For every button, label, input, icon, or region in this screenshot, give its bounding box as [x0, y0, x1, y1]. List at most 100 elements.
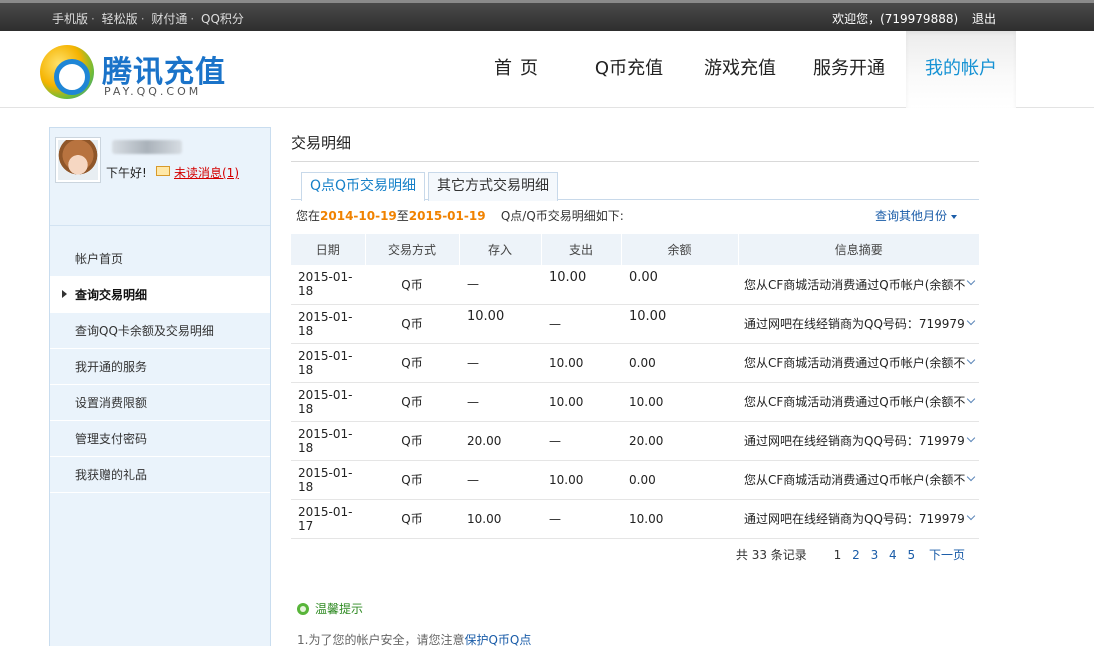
column-header-in: 存入 — [458, 234, 541, 265]
tab-qpoint-qb[interactable]: Q点Q币交易明细 — [301, 172, 426, 201]
cell-in-value: — — [467, 277, 479, 292]
chevron-down-icon[interactable] — [966, 511, 975, 520]
summary-prefix: 您在 — [296, 209, 321, 223]
cell-out-value: 10.00 — [549, 269, 587, 285]
tencent-pay-logo[interactable]: 腾讯充值 PAY.QQ.COM — [40, 45, 240, 101]
cell-date: 2015-01-18 — [291, 343, 365, 383]
info-summary-text: 通过网吧在线经销商为QQ号码：719979 — [744, 317, 965, 331]
cell-method: Q币 — [365, 460, 459, 500]
chevron-down-icon[interactable] — [967, 355, 976, 364]
cell-in-value: 10.00 — [467, 309, 505, 324]
user-panel: 下午好! 未读消息(1) — [50, 128, 270, 226]
top-link-qq-points[interactable]: QQ积分 — [201, 12, 244, 26]
cell-date: 2015-01-18 — [291, 265, 365, 305]
nav-game-recharge[interactable]: 游戏充值 — [688, 31, 792, 108]
chevron-down-icon[interactable] — [966, 316, 975, 325]
page-link[interactable]: 4 — [889, 548, 897, 562]
avatar-image — [58, 140, 98, 180]
tips-heading: 温馨提示 — [297, 600, 363, 617]
tip-text: 1.为了您的帐户安全，请您注意 — [297, 633, 465, 647]
date-range-summary: 您在2014-10-19至2015-01-19 Q点/Q币交易明细如下: 查询其… — [291, 200, 979, 234]
cell-out-value: 10.00 — [549, 472, 584, 487]
cell-date-value: 2015-01-18 — [298, 348, 353, 377]
cell-in: — — [459, 265, 541, 305]
cell-balance-value: 0.00 — [629, 472, 656, 487]
cell-balance-value: 0.00 — [629, 269, 658, 285]
cell-balance-value: 10.00 — [629, 511, 664, 526]
nav-home[interactable]: 首页 — [470, 31, 570, 108]
chevron-down-icon[interactable] — [967, 277, 976, 286]
next-page-link[interactable]: 下一页 — [929, 548, 965, 562]
top-link-mobile[interactable]: 手机版 — [52, 12, 88, 26]
main-nav: 首页 Q币充值 游戏充值 服务开通 我的帐户 — [470, 31, 1016, 108]
info-summary-text: 您从CF商城活动消费通过Q币帐户(余额不 — [744, 277, 966, 292]
chevron-down-icon[interactable] — [967, 394, 976, 403]
sidebar-item-payment-password[interactable]: 管理支付密码 — [50, 421, 270, 457]
tip-icon — [297, 602, 309, 615]
cell-info[interactable]: 通过网吧在线经销商为QQ号码：719979 — [738, 421, 979, 461]
sidebar-item-qq-card[interactable]: 查询QQ卡余额及交易明细 — [50, 313, 270, 349]
sidebar-item-spending-limit[interactable]: 设置消费限额 — [50, 385, 270, 421]
cell-method-value: Q币 — [401, 277, 423, 292]
top-link-tenpay[interactable]: 财付通 — [151, 12, 187, 26]
sidebar-item-transactions[interactable]: 查询交易明细 — [50, 277, 270, 313]
nav-qb-recharge[interactable]: Q币充值 — [570, 31, 688, 108]
info-summary-text: 通过网吧在线经销商为QQ号码：719979 — [744, 434, 965, 448]
cell-balance: 10.00 — [621, 382, 738, 422]
cell-info[interactable]: 通过网吧在线经销商为QQ号码：719979 — [738, 304, 979, 344]
cell-out: — — [541, 499, 621, 539]
unread-messages-link[interactable]: 未读消息(1) — [174, 164, 239, 181]
protect-qb-link[interactable]: 保护Q币Q点 — [464, 633, 531, 647]
cell-in: — — [459, 343, 541, 383]
tab-bar: Q点Q币交易明细 其它方式交易明细 — [291, 172, 979, 201]
info-summary-text: 您从CF商城活动消费通过Q币帐户(余额不 — [744, 473, 966, 487]
cell-out: 10.00 — [541, 343, 621, 383]
top-links: 手机版 · 轻松版 · 财付通 · QQ积分 — [52, 10, 246, 27]
cell-method: Q币 — [365, 304, 459, 344]
cell-balance-value: 10.00 — [629, 394, 664, 409]
cell-info[interactable]: 您从CF商城活动消费通过Q币帐户(余额不 — [738, 382, 979, 422]
date-to: 2015-01-19 — [408, 209, 486, 223]
sidebar-item-label: 设置消费限额 — [75, 396, 148, 410]
avatar[interactable] — [55, 137, 101, 183]
sidebar-item-label: 管理支付密码 — [75, 432, 148, 446]
cell-method-value: Q币 — [401, 356, 423, 370]
page-link[interactable]: 5 — [908, 548, 916, 562]
cell-out: — — [541, 421, 621, 461]
site-header: 腾讯充值 PAY.QQ.COM 首页 Q币充值 游戏充值 服务开通 我的帐户 — [0, 31, 1094, 108]
cell-out: — — [541, 304, 621, 344]
nav-my-account[interactable]: 我的帐户 — [906, 31, 1016, 108]
nav-services[interactable]: 服务开通 — [792, 31, 906, 108]
separator: · — [140, 12, 145, 26]
logout-link[interactable]: 退出 — [972, 12, 996, 26]
chevron-down-icon[interactable] — [966, 433, 975, 442]
cell-out: 10.00 — [541, 460, 621, 500]
chevron-down-icon[interactable] — [967, 472, 976, 481]
summary-to-word: 至 — [396, 209, 409, 223]
cell-info[interactable]: 您从CF商城活动消费通过Q币帐户(余额不 — [738, 460, 979, 500]
logo-subtitle: PAY.QQ.COM — [104, 85, 202, 98]
cell-info[interactable]: 您从CF商城活动消费通过Q币帐户(余额不 — [738, 265, 979, 305]
info-summary-text: 您从CF商城活动消费通过Q币帐户(余额不 — [744, 395, 966, 409]
cell-method-value: Q币 — [401, 473, 423, 487]
tab-other-methods[interactable]: 其它方式交易明细 — [428, 172, 558, 201]
top-link-lite[interactable]: 轻松版 — [102, 12, 138, 26]
page-link[interactable]: 3 — [871, 548, 879, 562]
welcome-text: 欢迎您，(719979888) — [832, 12, 959, 26]
cell-out: 10.00 — [541, 265, 621, 305]
greeting-text: 下午好! — [106, 166, 147, 180]
cell-info[interactable]: 通过网吧在线经销商为QQ号码：719979 — [738, 499, 979, 539]
cell-out: 10.00 — [541, 382, 621, 422]
page-link[interactable]: 2 — [852, 548, 860, 562]
sidebar-item-account-home[interactable]: 帐户首页 — [50, 241, 270, 277]
cell-date-value: 2015-01-18 — [298, 426, 353, 455]
other-months-dropdown[interactable]: 查询其他月份 — [875, 200, 957, 232]
sidebar-item-my-services[interactable]: 我开通的服务 — [50, 349, 270, 385]
cell-info[interactable]: 您从CF商城活动消费通过Q币帐户(余额不 — [738, 343, 979, 383]
cell-date-value: 2015-01-18 — [298, 465, 353, 494]
record-count: 共 33 条记录 — [735, 547, 807, 562]
cell-date-value: 2015-01-18 — [298, 270, 353, 299]
page-link[interactable]: 1 — [834, 548, 842, 562]
sidebar: 下午好! 未读消息(1) 帐户首页 查询交易明细 查询QQ卡余额及交易明细 我开… — [49, 127, 271, 646]
sidebar-item-gifts[interactable]: 我获赠的礼品 — [50, 457, 270, 493]
